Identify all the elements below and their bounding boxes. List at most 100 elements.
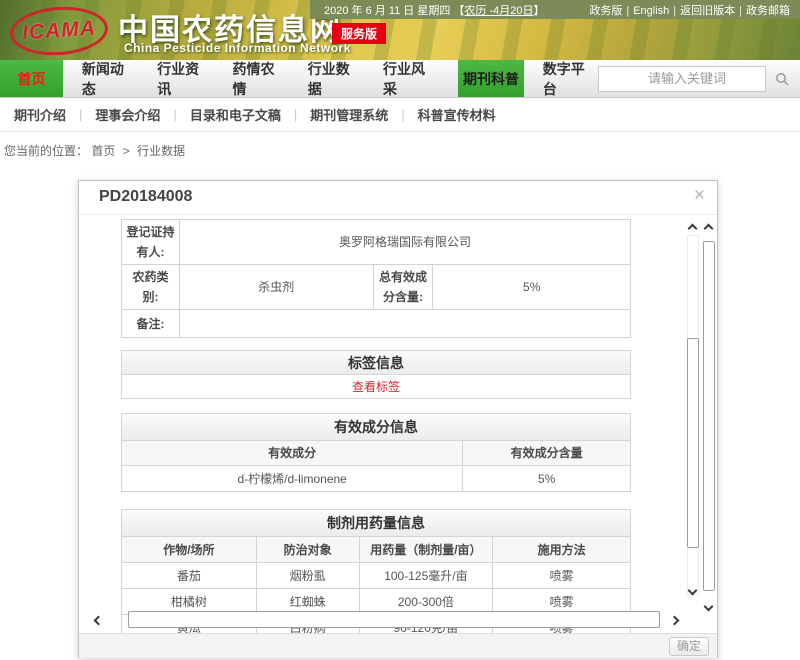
subnav-item-journal-system[interactable]: 期刊管理系统 <box>310 105 388 124</box>
subnav-item-journal-intro[interactable]: 期刊介绍 <box>14 105 66 124</box>
separator: | <box>673 5 676 17</box>
modal-body: 登记证持有人: 奥罗阿格瑞国际有限公司 农药类别: 杀虫剂 总有效成分含量: 5… <box>79 215 717 633</box>
dose-cell: 100-125毫升/亩 <box>360 563 494 589</box>
main-nav: 首页 新闻动态 行业资讯 药情农情 行业数据 行业风采 期刊科普 数字平台 <box>0 60 800 98</box>
search-box <box>598 66 766 92</box>
service-version-badge[interactable]: 服务版 <box>332 23 386 44</box>
column-header-ingredient: 有效成分 <box>122 441 463 466</box>
topbar-link-english[interactable]: English <box>633 5 669 17</box>
sub-nav: 期刊介绍 | 理事会介绍 | 目录和电子文稿 | 期刊管理系统 | 科普宣传材料 <box>0 98 800 132</box>
view-label-link[interactable]: 查看标签 <box>352 377 400 397</box>
breadcrumb-current: 行业数据 <box>137 144 185 158</box>
subnav-item-council-intro[interactable]: 理事会介绍 <box>95 105 160 124</box>
dosage-section-title: 制剂用药量信息 <box>122 510 631 537</box>
method-cell: 喷雾 <box>493 563 631 589</box>
nav-item-news[interactable]: 新闻动态 <box>75 60 137 97</box>
scroll-up-icon[interactable] <box>701 221 715 235</box>
table-row: 有效成分信息 <box>122 414 631 441</box>
separator: | <box>401 107 404 122</box>
nav-item-journal[interactable]: 期刊科普 <box>458 60 524 97</box>
column-header-crop: 作物/场所 <box>122 537 257 563</box>
modal-title: PD20184008 <box>99 188 192 206</box>
table-row: 标签信息 <box>122 351 631 375</box>
nav-item-industry-data[interactable]: 行业数据 <box>301 60 363 97</box>
column-header-target: 防治对象 <box>257 537 360 563</box>
nav-item-pesticide-farm[interactable]: 药情农情 <box>225 60 287 97</box>
registration-table: 登记证持有人: 奥罗阿格瑞国际有限公司 农药类别: 杀虫剂 总有效成分含量: 5… <box>121 219 631 338</box>
date-text: 2020 年 6 月 11 日 星期四 【 <box>324 5 464 17</box>
ingredient-section-title: 有效成分信息 <box>122 414 631 441</box>
reg-category-label: 农药类别: <box>122 265 180 310</box>
separator: | <box>79 107 82 122</box>
scroll-up-icon[interactable] <box>685 221 699 235</box>
topbar: 2020 年 6 月 11 日 星期四 【农历 -4月20日】 政务版 | Engl… <box>310 0 800 19</box>
ingredient-table: 有效成分信息 有效成分 有效成分含量 d-柠檬烯/d-limonene 5% <box>121 413 631 492</box>
reg-remark-label: 备注: <box>122 310 180 338</box>
separator: | <box>294 107 297 122</box>
scroll-right-icon[interactable] <box>667 613 681 627</box>
reg-holder-label: 登记证持有人: <box>122 220 180 265</box>
table-row: 农药类别: 杀虫剂 总有效成分含量: 5% <box>122 265 631 310</box>
nav-item-home[interactable]: 首页 <box>0 60 63 97</box>
scroll-left-icon[interactable] <box>91 613 105 627</box>
table-row: 作物/场所 防治对象 用药量（制剂量/亩） 施用方法 <box>122 537 631 563</box>
scrollbar-thumb[interactable] <box>687 338 699 548</box>
nav-item-industry-style[interactable]: 行业风采 <box>376 60 438 97</box>
reg-category-value: 杀虫剂 <box>180 265 374 310</box>
close-icon[interactable]: × <box>694 186 705 205</box>
icama-logo[interactable]: ICAMA <box>8 4 109 59</box>
topbar-link-gov[interactable]: 政务版 <box>589 5 622 17</box>
topbar-links: 政务版 | English | 返回旧版本 | 政务邮箱 <box>589 2 790 18</box>
table-row: 番茄 烟粉虱 100-125毫升/亩 喷雾 <box>122 563 631 589</box>
target-cell: 烟粉虱 <box>257 563 360 589</box>
ingredient-name-cell: d-柠檬烯/d-limonene <box>122 466 463 492</box>
topbar-link-old-version[interactable]: 返回旧版本 <box>680 5 735 17</box>
separator: | <box>626 5 629 17</box>
reg-total-content-value: 5% <box>433 265 631 310</box>
subnav-item-science-materials[interactable]: 科普宣传材料 <box>418 105 496 124</box>
scroll-down-icon[interactable] <box>701 599 715 613</box>
lunar-date: 农历 -4月20日 <box>464 5 533 17</box>
search-input[interactable] <box>599 68 775 90</box>
modal-footer: 确定 <box>79 633 717 658</box>
site-subtitle: China Pesticide Information Network <box>124 41 351 55</box>
reg-holder-value: 奥罗阿格瑞国际有限公司 <box>180 220 631 265</box>
nav-item-industry-info[interactable]: 行业资讯 <box>150 60 212 97</box>
scrollbar-thumb[interactable] <box>128 611 660 628</box>
nav-item-digital-platform[interactable]: 数字平台 <box>536 60 598 97</box>
topbar-link-mailbox[interactable]: 政务邮箱 <box>746 5 790 17</box>
topbar-date: 2020 年 6 月 11 日 星期四 【农历 -4月20日】 <box>324 2 544 18</box>
table-row: 制剂用药量信息 <box>122 510 631 537</box>
separator: | <box>739 5 742 17</box>
label-info-table: 标签信息 查看标签 <box>121 350 631 399</box>
table-row: 有效成分 有效成分含量 <box>122 441 631 466</box>
breadcrumb: 您当前的位置： 首页 > 行业数据 <box>4 142 185 159</box>
breadcrumb-separator: > <box>123 144 130 158</box>
ingredient-content-cell: 5% <box>463 466 631 492</box>
date-suffix: 】 <box>533 5 544 17</box>
separator: | <box>173 107 176 122</box>
label-info-title: 标签信息 <box>122 351 631 375</box>
table-row: 查看标签 <box>122 375 631 399</box>
breadcrumb-prefix: 您当前的位置： <box>4 144 88 158</box>
confirm-button[interactable]: 确定 <box>669 637 709 656</box>
site-header: 2020 年 6 月 11 日 星期四 【农历 -4月20日】 政务版 | Engl… <box>0 0 800 60</box>
page: 2020 年 6 月 11 日 星期四 【农历 -4月20日】 政务版 | Engl… <box>0 0 800 660</box>
reg-remark-value <box>180 310 631 338</box>
scroll-down-icon[interactable] <box>685 583 699 597</box>
column-header-dose: 用药量（制剂量/亩） <box>360 537 494 563</box>
table-cell: 查看标签 <box>122 375 631 399</box>
breadcrumb-home-link[interactable]: 首页 <box>91 144 115 158</box>
table-row: 备注: <box>122 310 631 338</box>
column-header-content: 有效成分含量 <box>463 441 631 466</box>
search-icon[interactable] <box>775 72 789 86</box>
modal-content: 登记证持有人: 奥罗阿格瑞国际有限公司 农药类别: 杀虫剂 总有效成分含量: 5… <box>121 219 631 633</box>
pesticide-detail-modal: PD20184008 × 登记证持有人: 奥罗阿格瑞国际有限公司 农药类别: 杀… <box>78 180 718 658</box>
subnav-item-catalog[interactable]: 目录和电子文稿 <box>190 105 281 124</box>
modal-header: PD20184008 × <box>79 181 717 215</box>
column-header-method: 施用方法 <box>493 537 631 563</box>
crop-cell: 番茄 <box>122 563 257 589</box>
table-row: 登记证持有人: 奥罗阿格瑞国际有限公司 <box>122 220 631 265</box>
scrollbar-thumb[interactable] <box>703 241 715 591</box>
reg-total-content-label: 总有效成分含量: <box>374 265 434 310</box>
